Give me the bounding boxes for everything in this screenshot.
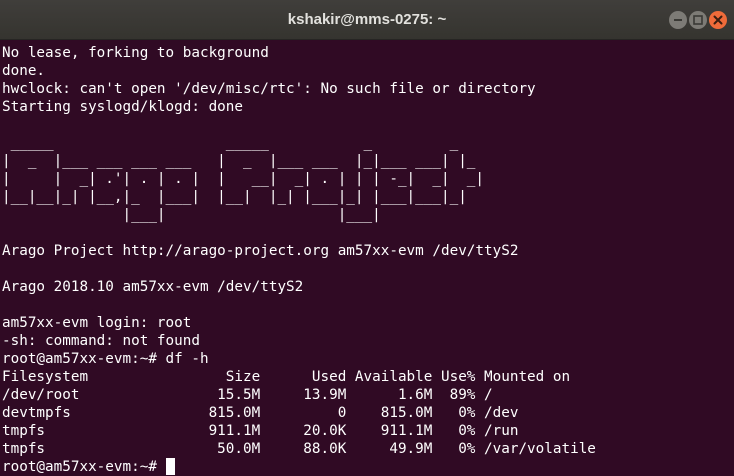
terminal-line: hwclock: can't open '/dev/misc/rtc': No … [2, 81, 536, 97]
terminal-line: No lease, forking to background [2, 45, 269, 61]
df-row: tmpfs 911.1M 20.0K 911.1M 0% /run [2, 423, 519, 439]
ascii-banner-line: |___| |___| [2, 207, 381, 223]
maximize-icon [693, 15, 703, 25]
df-row: tmpfs 50.0M 88.0K 49.9M 0% /var/volatile [2, 441, 596, 457]
df-row: devtmpfs 815.0M 0 815.0M 0% /dev [2, 405, 519, 421]
terminal-line: Arago Project http://arago-project.org a… [2, 243, 519, 259]
terminal-output[interactable]: No lease, forking to background done. hw… [0, 41, 734, 476]
minimize-button[interactable] [669, 11, 687, 29]
ascii-banner-line: |__|__|_| |__,|_ |___| |__| |_| |___|_| … [2, 189, 467, 205]
close-button[interactable] [709, 11, 727, 29]
terminal-line: -sh: command: not found [2, 333, 200, 349]
title-bar[interactable]: kshakir@mms-0275: ~ [0, 0, 734, 40]
terminal-line: Arago 2018.10 am57xx-evm /dev/ttyS2 [2, 279, 304, 295]
shell-prompt: root@am57xx-evm:~# [2, 459, 166, 475]
command-prompt-line[interactable]: root@am57xx-evm:~# [2, 458, 732, 476]
terminal-line: root@am57xx-evm:~# df -h [2, 351, 209, 367]
terminal-window: kshakir@mms-0275: ~ No lease, forking to… [0, 0, 734, 476]
text-cursor [165, 458, 175, 475]
terminal-line: Starting syslogd/klogd: done [2, 99, 244, 115]
df-row: /dev/root 15.5M 13.9M 1.6M 89% / [2, 387, 493, 403]
close-icon [713, 15, 723, 25]
maximize-button[interactable] [689, 11, 707, 29]
ascii-banner-line: _____ _____ _ _ [2, 135, 459, 151]
ascii-banner-line: | _ |___ ___ ___ ___ | _ |___ ___ |_|___… [2, 153, 476, 169]
terminal-line: am57xx-evm login: root [2, 315, 192, 331]
minimize-icon [674, 19, 682, 21]
terminal-line: done. [2, 63, 46, 79]
window-title: kshakir@mms-0275: ~ [287, 11, 447, 28]
ascii-banner-line: | | _| .'| . | . | | __| _| . | | | -_| … [2, 171, 485, 187]
df-header-line: Filesystem Size Used Available Use% Moun… [2, 369, 571, 385]
